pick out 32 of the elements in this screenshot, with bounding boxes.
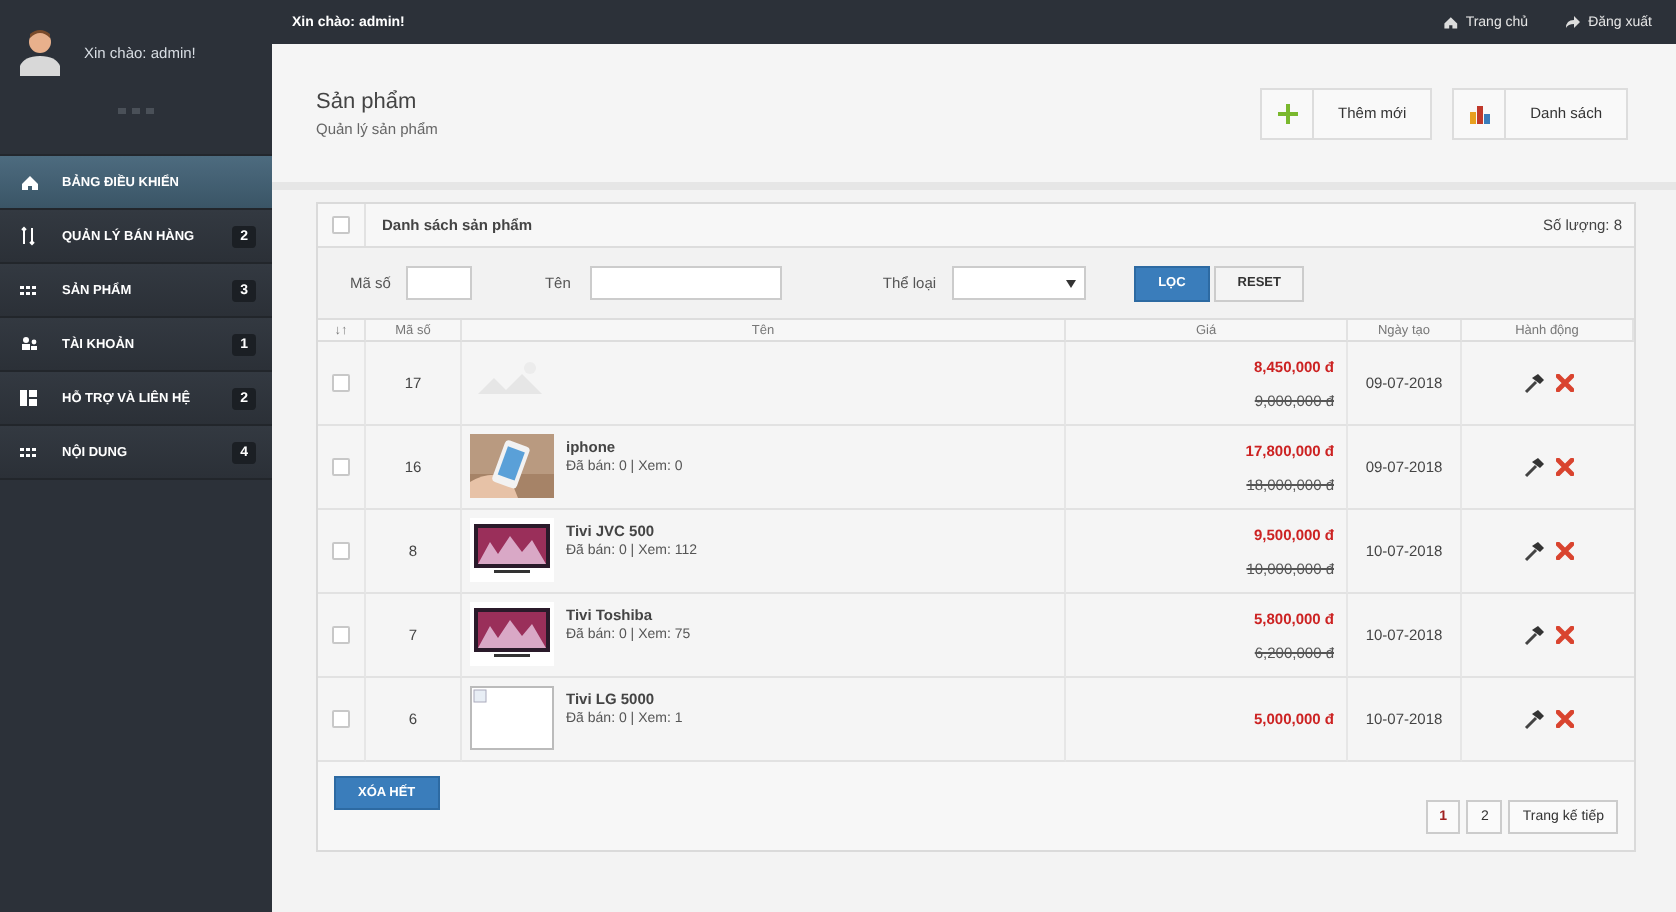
delete-icon[interactable]: [1555, 626, 1573, 644]
bar-chart-icon: [1469, 103, 1490, 123]
sort-icon: [20, 226, 38, 246]
plus-icon: [1277, 103, 1298, 123]
home-icon: [1441, 14, 1458, 30]
layout-icon: [20, 388, 38, 408]
delete-icon[interactable]: [1555, 710, 1573, 728]
hammer-icon[interactable]: [1523, 709, 1543, 729]
hammer-icon[interactable]: [1523, 541, 1543, 561]
avatar-icon: [20, 28, 60, 76]
grid-icon: [20, 442, 38, 462]
home-icon: [20, 172, 38, 192]
row-checkbox[interactable]: [332, 374, 350, 392]
name-field[interactable]: [590, 266, 783, 300]
hammer-icon[interactable]: [1523, 373, 1543, 393]
delete-icon[interactable]: [1555, 542, 1573, 560]
row-checkbox[interactable]: [332, 710, 350, 728]
delete-icon[interactable]: [1555, 374, 1573, 392]
grid-icon: [20, 280, 38, 300]
select-all-checkbox[interactable]: [332, 216, 350, 234]
delete-icon[interactable]: [1555, 458, 1573, 476]
row-checkbox[interactable]: [332, 458, 350, 476]
row-checkbox[interactable]: [332, 542, 350, 560]
caret-icon: [1066, 279, 1077, 287]
users-icon: [20, 334, 38, 354]
hammer-icon[interactable]: [1523, 625, 1543, 645]
broken-image-icon: [470, 686, 554, 750]
arrow-icon: [1564, 14, 1581, 30]
code-field[interactable]: [406, 266, 473, 300]
hammer-icon[interactable]: [1523, 457, 1543, 477]
row-checkbox[interactable]: [332, 626, 350, 644]
page-title: Sản phẩm: [316, 89, 419, 113]
